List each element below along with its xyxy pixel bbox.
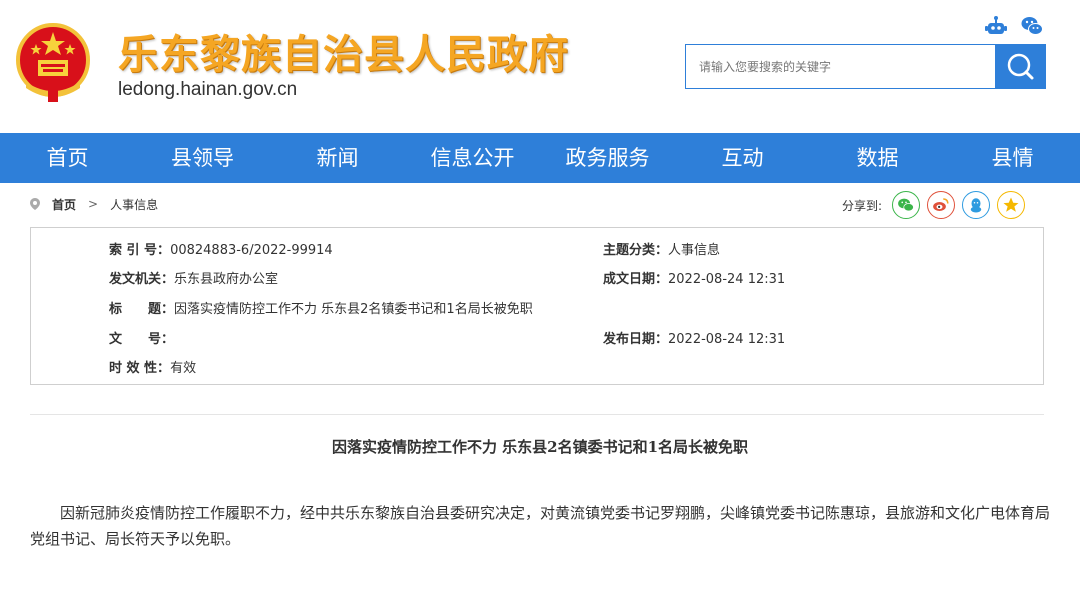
site-header: 乐东黎族自治县人民政府 ledong.hainan.gov.cn [0,0,1080,133]
qq-icon [970,198,982,213]
info-validity-row: 时 效 性：有效 [109,357,196,376]
info-title-value: 因落实疫情防控工作不力 乐东县2名镇委书记和1名局长被免职 [174,302,533,317]
content-divider [30,414,1044,415]
nav-item-news[interactable]: 新闻 [270,133,405,183]
info-docno-row: 文 号： [109,328,174,347]
info-created-label: 成文日期： [603,272,669,287]
search-input[interactable] [686,45,995,88]
document-info-box: 索 引 号：00824883-6/2022-99914 主题分类：人事信息 发文… [30,227,1044,385]
info-title-row: 标 题：因落实疫情防控工作不力 乐东县2名镇委书记和1名局长被免职 [109,298,533,317]
main-nav: 首页 县领导 新闻 信息公开 政务服务 互动 数据 县情 [0,133,1080,183]
national-emblem-icon [16,23,90,102]
info-topic-label: 主题分类： [603,243,669,258]
nav-item-gov-services[interactable]: 政务服务 [540,133,675,183]
share-label: 分享到: [842,198,883,213]
top-icons [984,14,1046,38]
breadcrumb-home-link[interactable]: 首页 [52,196,76,213]
info-published-value: 2022-08-24 12:31 [668,332,786,347]
nav-item-interaction[interactable]: 互动 [675,133,810,183]
nav-item-data[interactable]: 数据 [810,133,945,183]
info-issuer-row: 发文机关：乐东县政府办公室 [109,268,278,287]
search-box [685,44,1046,89]
nav-item-county-leaders[interactable]: 县领导 [135,133,270,183]
share-wechat-button[interactable] [892,191,921,219]
article-body: 因新冠肺炎疫情防控工作履职不力，经中共乐东黎族自治县委研究决定，对黄流镇党委书记… [30,504,1051,548]
location-pin-icon [30,198,40,210]
qzone-star-icon [1003,197,1019,212]
breadcrumb-current[interactable]: 人事信息 [110,196,158,213]
site-title[interactable]: 乐东黎族自治县人民政府 [118,22,569,80]
breadcrumb: 首页 > 人事信息 [30,194,158,214]
info-index-value: 00824883-6/2022-99914 [170,243,333,258]
weibo-icon [933,198,949,211]
info-docno-label: 文 号： [109,332,175,347]
info-title-label: 标 题： [109,302,175,317]
wechat-icon[interactable] [1020,14,1044,38]
info-published-label: 发布日期： [603,332,669,347]
share-qzone-button[interactable] [997,191,1026,219]
search-icon [1007,53,1034,80]
wechat-icon [898,198,914,212]
info-topic-row: 主题分类：人事信息 [603,239,720,258]
share-qq-button[interactable] [962,191,991,219]
info-issuer-value: 乐东县政府办公室 [174,272,279,287]
info-published-row: 发布日期：2022-08-24 12:31 [603,328,785,347]
nav-item-home[interactable]: 首页 [0,133,135,183]
info-issuer-label: 发文机关： [109,272,175,287]
share-bar: 分享到: [842,190,1032,220]
info-created-value: 2022-08-24 12:31 [668,272,786,287]
robot-icon[interactable] [984,14,1008,38]
site-domain: ledong.hainan.gov.cn [118,79,298,100]
info-index-label: 索 引 号： [109,243,171,258]
nav-item-info-disclosure[interactable]: 信息公开 [405,133,540,183]
nav-item-county-profile[interactable]: 县情 [945,133,1080,183]
info-topic-value: 人事信息 [668,243,721,258]
info-created-row: 成文日期：2022-08-24 12:31 [603,268,785,287]
info-validity-value: 有效 [170,361,197,376]
info-validity-label: 时 效 性： [109,361,171,376]
breadcrumb-separator: > [88,197,99,211]
search-button[interactable] [995,44,1046,89]
share-weibo-button[interactable] [927,191,956,219]
info-index-row: 索 引 号：00824883-6/2022-99914 [109,239,333,258]
article-title: 因落实疫情防控工作不力 乐东县2名镇委书记和1名局长被免职 [331,438,749,456]
